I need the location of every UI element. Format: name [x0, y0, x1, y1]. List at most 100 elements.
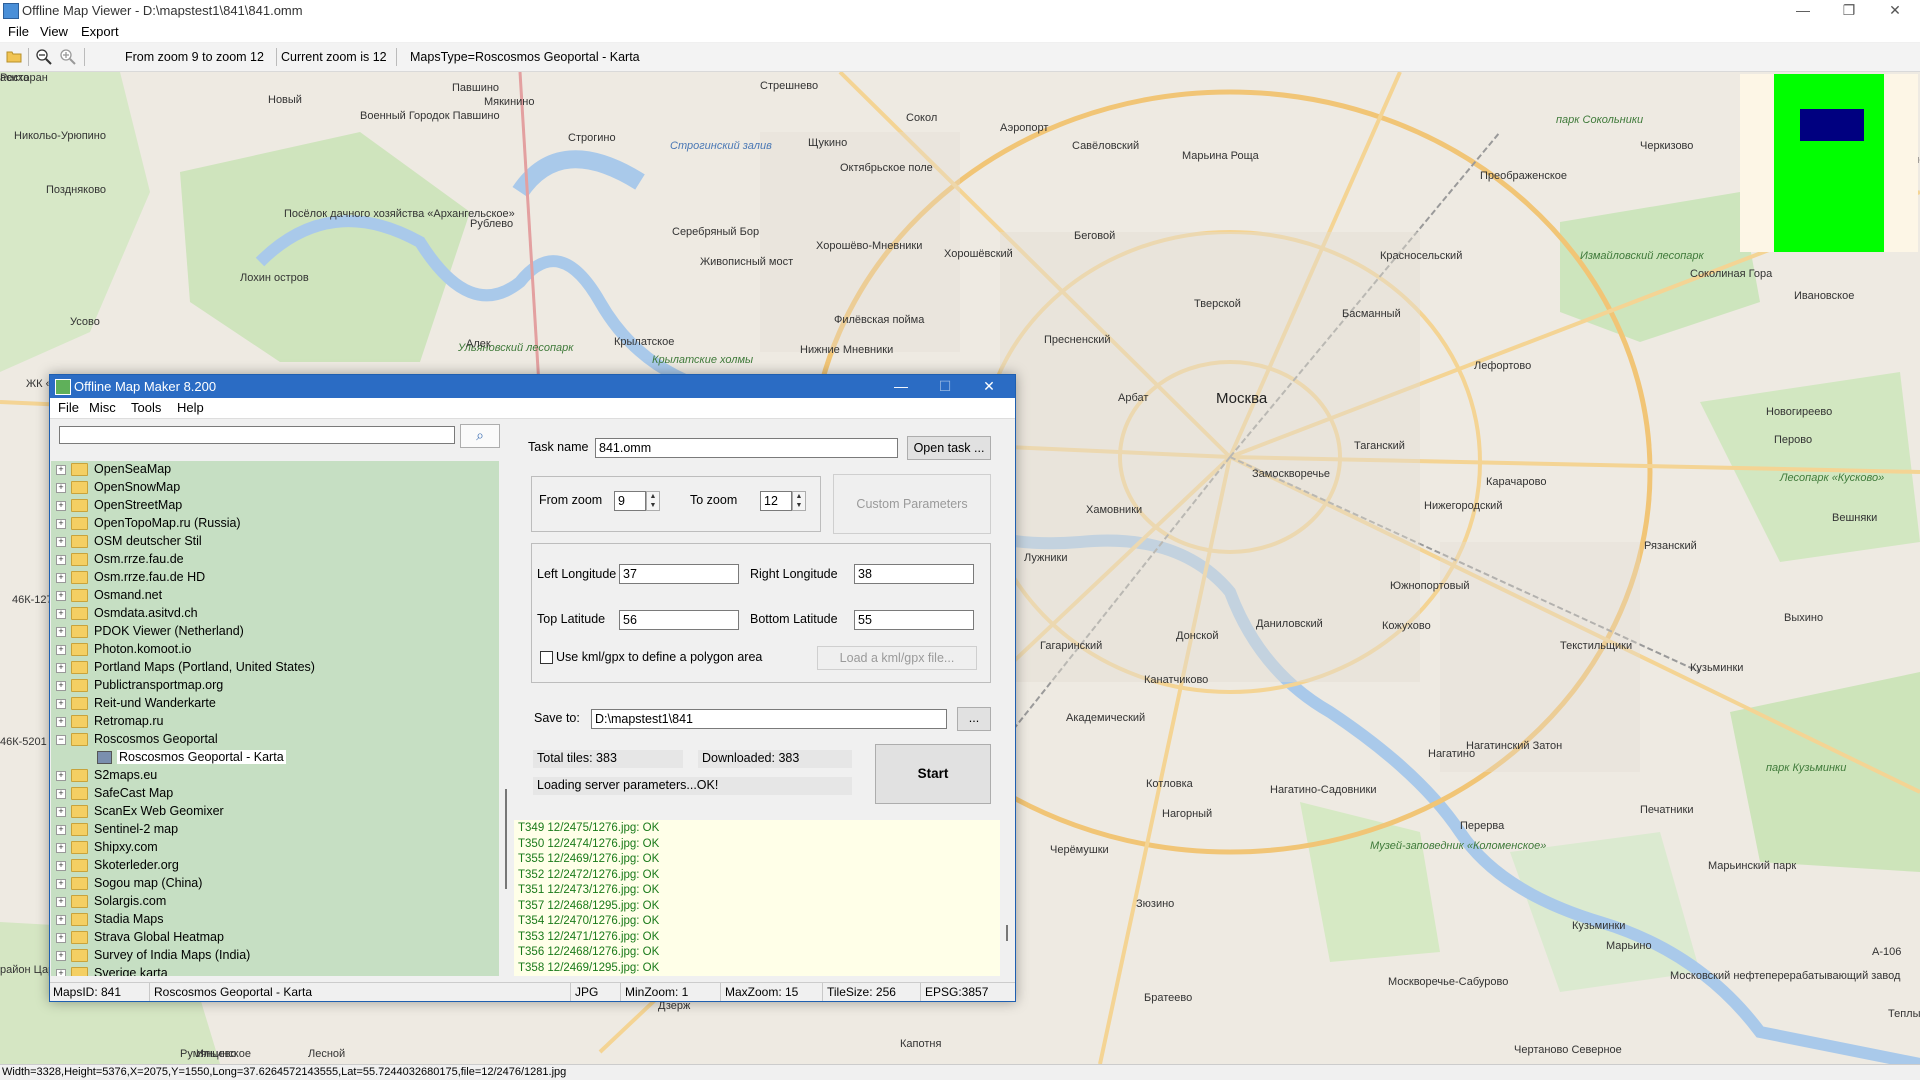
close-button[interactable]: ✕ [1872, 0, 1918, 22]
tree-folder-item[interactable]: + OpenSnowMap [51, 479, 491, 497]
to-zoom-spinner[interactable]: ▲ ▼ [792, 491, 806, 511]
expand-icon[interactable]: + [56, 807, 66, 817]
menu-export[interactable]: Export [81, 24, 119, 39]
collapse-icon[interactable]: − [56, 735, 66, 745]
status-tile-size: TileSize: 256 [827, 985, 896, 999]
tree-folder-item[interactable]: + Photon.komoot.io [51, 641, 491, 659]
zoom-out-icon[interactable] [36, 49, 52, 65]
map-search-button[interactable]: ⌕ [460, 424, 500, 448]
tree-item-label: Stadia Maps [94, 912, 164, 926]
from-zoom-field[interactable] [614, 491, 646, 511]
expand-icon[interactable]: + [56, 483, 66, 493]
dialog-title-bar[interactable]: Offline Map Maker 8.200 — ☐ ✕ [50, 375, 1015, 398]
open-folder-icon[interactable] [6, 49, 22, 63]
tree-folder-item[interactable]: + Skoterleder.org [51, 857, 491, 875]
tree-folder-item[interactable]: + Publictransportmap.org [51, 677, 491, 695]
tree-scrollbar[interactable] [499, 461, 514, 976]
minimap-viewport-rect[interactable] [1800, 109, 1864, 141]
tree-folder-item[interactable]: + Osmand.net [51, 587, 491, 605]
tree-folder-item[interactable]: + OpenTopoMap.ru (Russia) [51, 515, 491, 533]
tree-folder-item[interactable]: + SafeCast Map [51, 785, 491, 803]
expand-icon[interactable]: + [56, 681, 66, 691]
tree-folder-item[interactable]: − Roscosmos Geoportal [51, 731, 491, 749]
tree-folder-item[interactable]: + Reit-und Wanderkarte [51, 695, 491, 713]
right-longitude-field[interactable] [854, 564, 974, 584]
tree-folder-item[interactable]: + Stadia Maps [51, 911, 491, 929]
expand-icon[interactable]: + [56, 627, 66, 637]
expand-icon[interactable]: + [56, 465, 66, 475]
dialog-menu-help[interactable]: Help [177, 400, 204, 415]
expand-icon[interactable]: + [56, 699, 66, 709]
tree-folder-item[interactable]: + OpenStreetMap [51, 497, 491, 515]
minimize-button[interactable]: — [1780, 0, 1826, 22]
tree-child-item[interactable]: Roscosmos Geoportal - Karta [51, 749, 491, 767]
save-to-field[interactable] [591, 709, 947, 729]
expand-icon[interactable]: + [56, 645, 66, 655]
tree-folder-item[interactable]: + ScanEx Web Geomixer [51, 803, 491, 821]
tree-item-label: Osmand.net [94, 588, 163, 602]
expand-icon[interactable]: + [56, 879, 66, 889]
map-search-input[interactable] [59, 426, 455, 444]
dialog-menu-misc[interactable]: Misc [89, 400, 116, 415]
tree-folder-item[interactable]: + PDOK Viewer (Netherland) [51, 623, 491, 641]
tree-folder-item[interactable]: + Solargis.com [51, 893, 491, 911]
expand-icon[interactable]: + [56, 663, 66, 673]
tree-folder-item[interactable]: + Sogou map (China) [51, 875, 491, 893]
expand-icon[interactable]: + [56, 789, 66, 799]
tree-folder-item[interactable]: + Osm.rrze.fau.de HD [51, 569, 491, 587]
log-scrollbar-thumb[interactable] [1006, 925, 1008, 941]
tree-folder-item[interactable]: + OpenSeaMap [51, 461, 491, 479]
expand-icon[interactable]: + [56, 861, 66, 871]
expand-icon[interactable]: + [56, 555, 66, 565]
expand-icon[interactable]: + [56, 717, 66, 727]
open-task-button[interactable]: Open task ... [907, 436, 991, 460]
to-zoom-field[interactable] [760, 491, 792, 511]
tree-item-label: Photon.komoot.io [94, 642, 192, 656]
expand-icon[interactable]: + [56, 843, 66, 853]
dialog-menu-file[interactable]: File [58, 400, 79, 415]
expand-icon[interactable]: + [56, 501, 66, 511]
expand-icon[interactable]: + [56, 951, 66, 961]
tree-folder-item[interactable]: + Sentinel-2 map [51, 821, 491, 839]
expand-icon[interactable]: + [56, 591, 66, 601]
task-name-field[interactable] [595, 438, 898, 458]
tree-folder-item[interactable]: + Osmdata.asitvd.ch [51, 605, 491, 623]
start-button[interactable]: Start [875, 744, 991, 804]
tree-folder-item[interactable]: + S2maps.eu [51, 767, 491, 785]
expand-icon[interactable]: + [56, 969, 66, 976]
menu-file[interactable]: File [8, 24, 29, 39]
kml-checkbox[interactable] [540, 651, 553, 664]
tree-folder-item[interactable]: + Osm.rrze.fau.de [51, 551, 491, 569]
expand-icon[interactable]: + [56, 771, 66, 781]
menu-view[interactable]: View [40, 24, 68, 39]
expand-icon[interactable]: + [56, 915, 66, 925]
top-latitude-field[interactable] [619, 610, 739, 630]
tree-folder-item[interactable]: + Shipxy.com [51, 839, 491, 857]
dialog-close-button[interactable]: ✕ [967, 375, 1011, 398]
expand-icon[interactable]: + [56, 573, 66, 583]
dialog-menu-tools[interactable]: Tools [131, 400, 161, 415]
restore-button[interactable]: ❐ [1826, 0, 1872, 22]
tree-folder-item[interactable]: + Retromap.ru [51, 713, 491, 731]
expand-icon[interactable]: + [56, 609, 66, 619]
tree-scrollbar-thumb[interactable] [505, 789, 507, 889]
expand-icon[interactable]: + [56, 825, 66, 835]
tree-folder-item[interactable]: + Portland Maps (Portland, United States) [51, 659, 491, 677]
expand-icon[interactable]: + [56, 897, 66, 907]
left-longitude-field[interactable] [619, 564, 739, 584]
log-scrollbar[interactable] [1000, 820, 1014, 976]
tree-folder-item[interactable]: + Sverige karta [51, 965, 491, 976]
bottom-latitude-field[interactable] [854, 610, 974, 630]
map-source-tree[interactable]: + OpenSeaMap + OpenSnowMap + OpenStreetMap + Op… [51, 461, 499, 976]
zoom-in-icon[interactable] [60, 49, 76, 65]
expand-icon[interactable]: + [56, 537, 66, 547]
tree-folder-item[interactable]: + Survey of India Maps (India) [51, 947, 491, 965]
tree-folder-item[interactable]: + Strava Global Heatmap [51, 929, 491, 947]
expand-icon[interactable]: + [56, 933, 66, 943]
dialog-minimize-button[interactable]: — [879, 375, 923, 398]
expand-icon[interactable]: + [56, 519, 66, 529]
browse-button[interactable]: ... [957, 707, 991, 731]
download-log[interactable]: T349 12/2475/1276.jpg: OK T350 12/2474/12… [514, 820, 1000, 976]
from-zoom-spinner[interactable]: ▲ ▼ [646, 491, 660, 511]
tree-folder-item[interactable]: + OSM deutscher Stil [51, 533, 491, 551]
